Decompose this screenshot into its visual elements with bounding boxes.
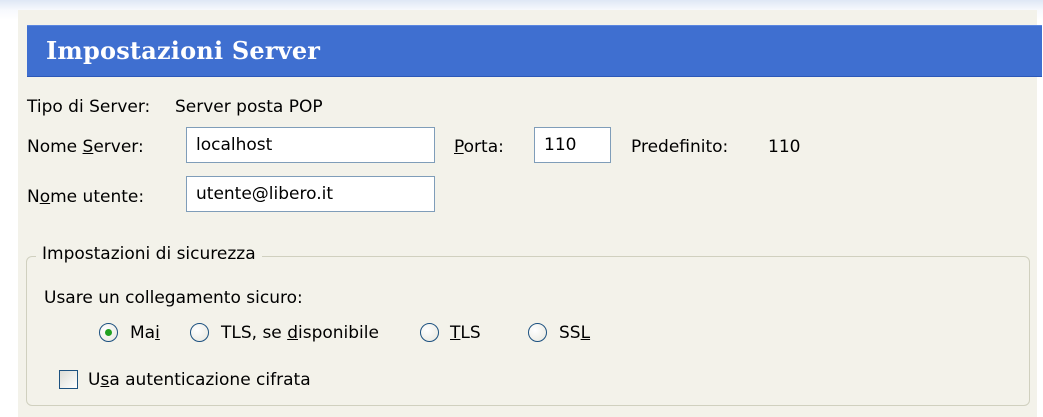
security-legend: Impostazioni di sicurezza: [36, 243, 262, 265]
radio-ssl[interactable]: [528, 323, 547, 342]
radio-never[interactable]: [99, 323, 118, 342]
encrypted-auth-checkbox[interactable]: [59, 370, 78, 389]
port-label: Porta:: [454, 137, 504, 157]
default-port-label: Predefinito:: [631, 137, 729, 157]
server-type-label: Tipo di Server:: [27, 97, 151, 117]
server-type-value: Server posta POP: [175, 97, 323, 117]
radio-tls-if-available-label[interactable]: TLS, se disponibile: [221, 323, 379, 343]
page-title: Impostazioni Server: [46, 36, 321, 65]
username-input[interactable]: utente@libero.it: [186, 176, 435, 212]
radio-tls[interactable]: [420, 323, 439, 342]
radio-tls-if-available[interactable]: [190, 323, 209, 342]
encrypted-auth-label[interactable]: Usa autenticazione cifrata: [88, 370, 311, 390]
server-name-input[interactable]: localhost: [186, 127, 435, 163]
radio-never-label[interactable]: Mai: [130, 323, 160, 343]
default-port-value: 110: [768, 137, 801, 157]
section-header: Impostazioni Server: [27, 25, 1042, 77]
port-input[interactable]: 110: [534, 127, 611, 163]
settings-panel: Impostazioni Server Tipo di Server: Serv…: [18, 10, 1042, 417]
radio-tls-label[interactable]: TLS: [450, 323, 481, 343]
radio-ssl-label[interactable]: SSL: [559, 323, 590, 343]
server-name-label: Nome Server:: [27, 137, 144, 157]
secure-connection-prompt: Usare un collegamento sicuro:: [44, 288, 303, 308]
username-label: Nome utente:: [27, 187, 145, 207]
